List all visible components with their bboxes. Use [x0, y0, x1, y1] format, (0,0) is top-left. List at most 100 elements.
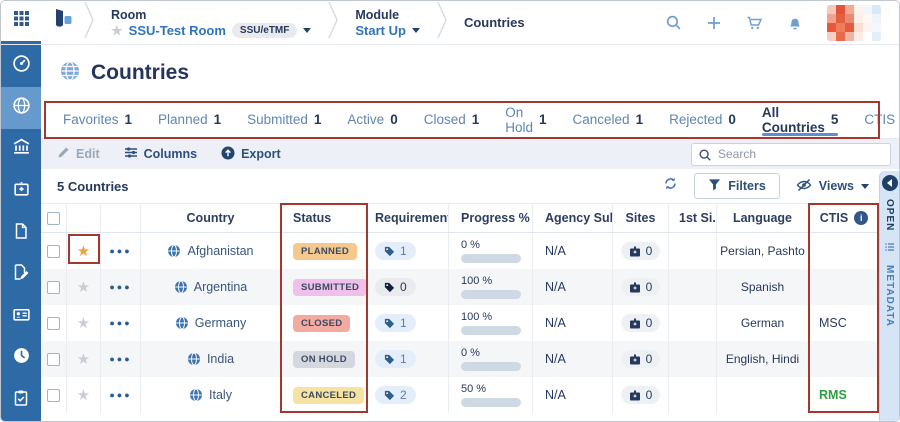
module-selector[interactable]: Start Up [355, 23, 420, 38]
toolbar: Edit Columns Export [41, 138, 899, 169]
column-header-language[interactable]: Language [717, 204, 809, 232]
row-checkbox[interactable] [47, 389, 60, 402]
export-button[interactable]: Export [221, 146, 281, 163]
requirements-pill[interactable]: 0 [375, 278, 416, 296]
vault-logo-icon [51, 7, 75, 38]
favorite-cell: ★ [67, 341, 101, 377]
select-all-checkbox[interactable] [47, 212, 60, 225]
ellipsis-menu-icon[interactable]: ●●● [109, 318, 131, 328]
sidebar-item-bank[interactable] [1, 129, 41, 171]
bell-icon[interactable] [787, 15, 803, 31]
column-header-requirements[interactable]: Requirements [367, 204, 449, 232]
sites-count: 0 [646, 388, 653, 402]
tab-label: On Hold [505, 105, 533, 135]
country-link[interactable]: Italy [209, 388, 232, 402]
search-box [691, 143, 891, 166]
clipboard-check-icon [12, 389, 30, 412]
favorite-star-icon[interactable]: ★ [77, 352, 90, 367]
tab-rejected[interactable]: Rejected0 [669, 101, 736, 138]
favorite-star-icon[interactable]: ★ [77, 388, 90, 403]
breadcrumb-separator-icon [327, 0, 339, 45]
sidebar-item-file[interactable] [1, 212, 41, 254]
ellipsis-menu-icon[interactable]: ●●● [109, 246, 131, 256]
views-button[interactable]: Views [796, 178, 869, 195]
row-checkbox[interactable] [47, 353, 60, 366]
favorite-star-icon[interactable]: ★ [77, 316, 90, 331]
tab-all-countries[interactable]: All Countries5 [762, 101, 839, 138]
requirements-pill[interactable]: 1 [375, 314, 416, 332]
ellipsis-menu-icon[interactable]: ●●● [109, 354, 131, 364]
sidebar-item-clipboard[interactable] [1, 379, 41, 421]
sidebar-item-hospital[interactable] [1, 170, 41, 212]
tab-active[interactable]: Active0 [347, 101, 397, 138]
country-link[interactable]: India [207, 352, 234, 366]
country-link[interactable]: Afghanistan [187, 244, 253, 258]
plus-icon[interactable] [706, 15, 722, 31]
column-header-first-site[interactable]: 1st Si... [669, 204, 717, 232]
sidebar-item-clock[interactable] [1, 337, 41, 379]
star-icon[interactable]: ★ [111, 24, 123, 37]
sidebar-item-gauge[interactable] [1, 45, 41, 87]
refresh-icon[interactable] [663, 176, 678, 196]
search-input[interactable] [691, 143, 891, 166]
open-panel-button[interactable] [882, 175, 898, 191]
chevron-down-icon[interactable] [412, 28, 420, 33]
sites-pill[interactable]: 0 [621, 314, 661, 332]
sites-pill[interactable]: 0 [621, 242, 661, 260]
requirements-pill[interactable]: 1 [375, 242, 416, 260]
app-logo[interactable] [41, 1, 83, 44]
tab-favorites[interactable]: Favorites1 [63, 101, 132, 138]
columns-button[interactable]: Columns [124, 146, 197, 162]
tag-icon [384, 282, 395, 293]
row-checkbox[interactable] [47, 245, 60, 258]
column-header-sites[interactable]: Sites [613, 204, 669, 232]
sites-pill[interactable]: 0 [621, 278, 661, 296]
progress-cell: 0 % [449, 341, 533, 377]
requirements-pill[interactable]: 2 [375, 386, 416, 404]
favorite-star-icon[interactable]: ★ [77, 280, 90, 295]
tab-label: Closed [424, 112, 466, 127]
sites-pill[interactable]: 0 [621, 386, 661, 404]
sidebar-item-countries[interactable] [1, 87, 41, 129]
room-selector[interactable]: ★ SSU-Test Room SSU/eTMF [111, 23, 311, 38]
ellipsis-menu-icon[interactable]: ●●● [109, 390, 131, 400]
main-content: Countries Favorites1 Planned1 Submitted1… [41, 45, 899, 421]
column-header-status[interactable]: Status [281, 204, 367, 232]
row-checkbox[interactable] [47, 317, 60, 330]
info-icon[interactable]: i [854, 211, 868, 225]
row-checkbox[interactable] [47, 281, 60, 294]
sites-pill[interactable]: 0 [621, 350, 661, 368]
eye-off-icon [796, 178, 812, 195]
country-cell: India [141, 341, 281, 377]
sites-cell: 0 [613, 233, 669, 269]
column-header-ctis[interactable]: CTIS i [809, 204, 879, 232]
tab-on-hold[interactable]: On Hold1 [505, 101, 546, 138]
cart-icon[interactable] [746, 15, 763, 31]
chevron-down-icon[interactable] [303, 28, 311, 33]
sidebar-item-file-edit[interactable] [1, 254, 41, 296]
country-link[interactable]: Germany [195, 316, 246, 330]
app-launcher-button[interactable] [1, 1, 41, 44]
requirements-pill[interactable]: 1 [375, 350, 416, 368]
country-link[interactable]: Argentina [194, 280, 248, 294]
search-icon[interactable] [665, 14, 682, 31]
edit-button[interactable]: Edit [57, 146, 100, 162]
column-header-progress[interactable]: Progress % [449, 204, 533, 232]
ellipsis-menu-icon[interactable]: ●●● [109, 282, 131, 292]
metadata-panel-tab[interactable]: OPEN METADATA [879, 171, 899, 421]
filters-button[interactable]: Filters [694, 173, 780, 199]
avatar[interactable] [827, 5, 881, 41]
tab-canceled[interactable]: Canceled1 [573, 101, 644, 138]
tab-closed[interactable]: Closed1 [424, 101, 480, 138]
requirements-cell: 1 [367, 233, 449, 269]
requirements-count: 1 [400, 316, 407, 330]
tab-planned[interactable]: Planned1 [158, 101, 221, 138]
tab-ctis[interactable]: CTIS2 [864, 101, 900, 138]
tab-submitted[interactable]: Submitted1 [247, 101, 321, 138]
column-header-agency[interactable]: Agency Sub... [533, 204, 613, 232]
sites-count: 0 [646, 244, 653, 258]
bank-icon [12, 137, 31, 161]
sidebar-item-id-card[interactable] [1, 296, 41, 338]
column-header-country[interactable]: Country [141, 204, 281, 232]
favorite-star-icon[interactable]: ★ [77, 244, 90, 259]
